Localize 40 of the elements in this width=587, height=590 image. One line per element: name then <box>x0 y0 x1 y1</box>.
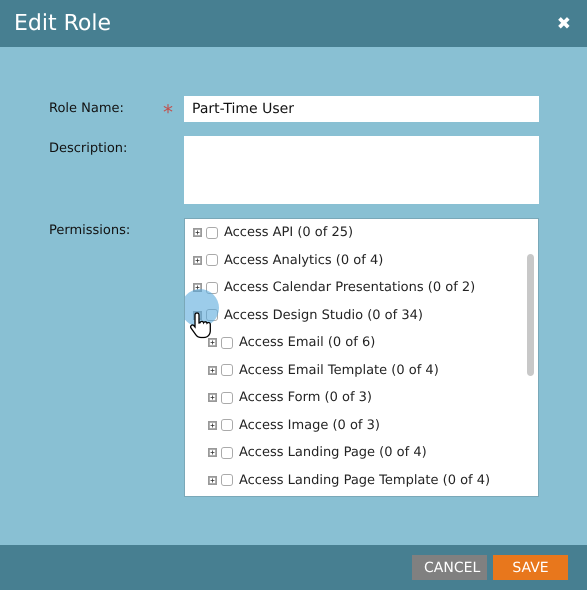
checkbox[interactable] <box>206 282 218 294</box>
permission-label: Access Landing Page (0 of 4) <box>239 445 427 460</box>
checkbox[interactable] <box>221 446 233 459</box>
checkbox[interactable] <box>221 419 233 432</box>
expand-icon[interactable] <box>208 393 217 402</box>
field-label: Role Name: <box>49 100 125 118</box>
permission-label: Access Email (0 of 6) <box>239 335 376 350</box>
cancel-button[interactable]: CANCEL <box>412 555 487 580</box>
permission-label: Access Image (0 of 3) <box>239 418 380 433</box>
permission-label: Access API (0 of 25) <box>224 225 354 240</box>
checkbox[interactable] <box>221 364 233 376</box>
expand-icon[interactable] <box>193 256 202 265</box>
scrollbar-thumb[interactable] <box>527 254 534 376</box>
window-title: Edit Role <box>14 11 112 36</box>
expand-icon[interactable] <box>193 283 202 292</box>
checkbox[interactable] <box>206 254 218 266</box>
expand-icon[interactable] <box>208 476 217 485</box>
checkbox[interactable] <box>206 226 218 239</box>
permission-label: Access Landing Page Template (0 of 4) <box>239 472 490 488</box>
permission-label: Access Analytics (0 of 4) <box>224 252 384 268</box>
close-button[interactable]: ✖ <box>556 14 571 34</box>
expand-icon[interactable] <box>208 448 217 458</box>
hand-cursor-icon <box>189 310 213 338</box>
permission-label: Access Design Studio (0 of 34) <box>224 308 423 323</box>
field-label: Description: <box>49 140 128 158</box>
expand-icon[interactable] <box>208 338 217 348</box>
field-label: Permissions: <box>49 222 132 240</box>
checkbox[interactable] <box>221 392 233 404</box>
save-button[interactable]: SAVE <box>493 555 568 580</box>
expand-icon[interactable] <box>208 420 217 430</box>
permission-label: Access Form (0 of 3) <box>239 390 372 406</box>
role-name-field[interactable]: Part-Time User <box>184 96 539 122</box>
permission-label: Access Email Template (0 of 4) <box>239 362 439 378</box>
checkbox[interactable] <box>221 474 233 486</box>
expand-icon[interactable] <box>193 228 202 238</box>
permission-label: Access Calendar Presentations (0 of 2) <box>224 280 476 296</box>
required-mark: * <box>163 99 174 122</box>
checkbox[interactable] <box>221 336 233 349</box>
expand-icon[interactable] <box>208 366 217 375</box>
description-field[interactable] <box>184 136 539 204</box>
